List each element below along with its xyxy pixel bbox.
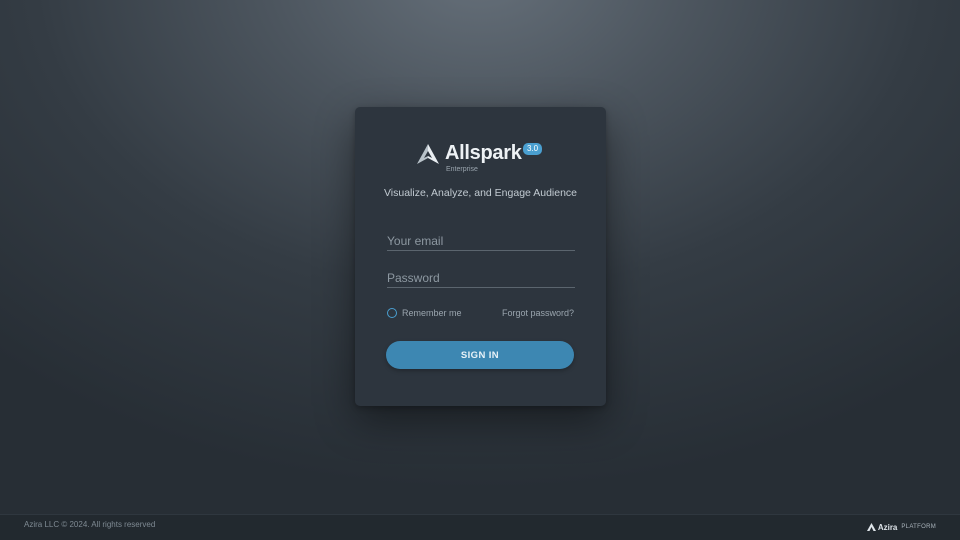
remember-me-checkbox[interactable] (387, 308, 397, 318)
remember-me-toggle[interactable]: Remember me (387, 306, 462, 320)
password-input[interactable] (387, 269, 575, 288)
remember-me-label: Remember me (402, 308, 462, 318)
allspark-logo-icon (417, 144, 439, 164)
app-tagline: Visualize, Analyze, and Engage Audience (383, 187, 578, 199)
footer: Azira LLC © 2024. All rights reserved Az… (0, 514, 960, 540)
app-logo: Allspark 3.0 Enterprise (355, 141, 606, 175)
version-badge: 3.0 (523, 143, 543, 155)
sign-in-button[interactable]: SIGN IN (386, 341, 574, 369)
brand-name: Azira (877, 522, 898, 532)
copyright-text: Azira LLC © 2024. All rights reserved (24, 520, 156, 529)
login-card: Allspark 3.0 Enterprise Visualize, Analy… (355, 107, 606, 406)
app-name: Allspark (445, 142, 522, 164)
azira-logo-icon (866, 523, 876, 531)
platform-brand: Azira PLATFORM (866, 521, 936, 533)
email-input[interactable] (387, 232, 575, 251)
forgot-password-link[interactable]: Forgot password? (502, 306, 574, 320)
brand-suffix: PLATFORM (901, 524, 936, 530)
app-edition: Enterprise (446, 166, 478, 173)
